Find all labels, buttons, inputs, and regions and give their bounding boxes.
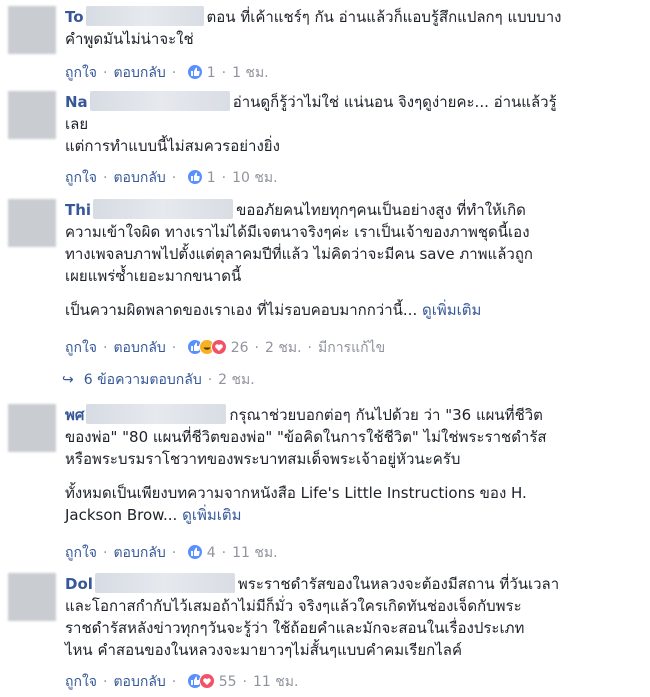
reactions[interactable] <box>186 544 203 564</box>
comment-text: ขออภัยคนไทยทุกๆคนเป็นอย่างสูง ที่ทำให้เก… <box>236 201 526 219</box>
timestamp[interactable]: 1 ชม. <box>232 65 269 81</box>
comment-actions: ถูกใจ · ตอบกลับ · 1 · 1 ชม. <box>65 62 269 84</box>
reactions[interactable] <box>186 673 215 693</box>
avatar[interactable] <box>8 404 56 452</box>
replies-timestamp: 2 ชม. <box>218 372 255 388</box>
comment-text: คำพูดมันไม่น่าจะใช่ <box>65 30 194 48</box>
redacted-name <box>86 404 227 424</box>
timestamp[interactable]: 11 ชม. <box>232 545 277 561</box>
commenter-name[interactable]: Thi <box>65 201 91 219</box>
commenter-name[interactable]: Dol <box>65 575 93 593</box>
comment-actions: ถูกใจ · ตอบกลับ · 55 · 11 ชม. <box>65 671 298 693</box>
comment-actions: ถูกใจ · ตอบกลับ · 1 · 10 ชม. <box>65 167 278 189</box>
like-link[interactable]: ถูกใจ <box>65 674 97 690</box>
comment-text: ไหน คำสอนของในหลวงจะมายาวๆไม่สั้นๆแบบคำค… <box>65 641 462 659</box>
heart-icon <box>210 339 227 355</box>
thumbs-up-icon <box>186 544 203 560</box>
avatar[interactable] <box>8 6 56 54</box>
comment-text: เป็นความผิดพลาดของเราเอง ที่ไม่รอบคอบมาก… <box>65 301 418 319</box>
reactions[interactable] <box>186 169 203 189</box>
commenter-name[interactable]: Na <box>65 93 88 111</box>
like-link[interactable]: ถูกใจ <box>65 170 97 186</box>
comment-text: แต่การทำแบบนี้ไม่สมควรอย่างยิ่ง <box>65 137 280 155</box>
comment-text: อ่านดูก็รู้ว่าไม่ใช่ แน่นอน จิงๆดูง่ายคะ… <box>232 93 557 111</box>
reply-link[interactable]: ตอบกลับ <box>113 170 165 186</box>
comment-text: ราชดำรัสหลังข่าวทุกๆวันจะรู้ว่า ใช้ถ้อยค… <box>65 619 525 637</box>
comment-text: ของพ่อ" "80 แผนที่ชีวิตของพ่อ" "ข้อคิดใน… <box>65 428 547 446</box>
reply-link[interactable]: ตอบกลับ <box>113 65 165 81</box>
avatar[interactable] <box>8 91 56 139</box>
reactions[interactable] <box>186 64 203 84</box>
heart-icon <box>198 673 215 689</box>
comment-text: หรือพระบรมราโชวาทของพระบาทสมเด็จพระเจ้าอ… <box>65 450 461 468</box>
like-link[interactable]: ถูกใจ <box>65 545 97 561</box>
comment-text: และโอกาสกำกับไว้เสมอถ้าไม่มีก็มั่ว จริงๆ… <box>65 597 522 615</box>
edited-label[interactable]: มีการแก้ไข <box>318 340 385 356</box>
reaction-count[interactable]: 1 <box>207 170 216 186</box>
comment-text: Jackson Brow... <box>65 506 178 524</box>
comment-text: ทางเพจลบภาพไปตั้งแต่ตุลาคมปีที่แล้ว ไม่ค… <box>65 245 533 263</box>
thumbs-up-icon <box>186 64 203 80</box>
comment-actions: ถูกใจ · ตอบกลับ · 4 · 11 ชม. <box>65 542 278 564</box>
comment-text: กรุณาช่วยบอกต่อๆ กันไปด้วย ว่า "36 แผนที… <box>229 406 543 424</box>
comment-text: ตอน ที่เค้าแชร์ๆ กัน อ่านแล้วก็แอบรู้สึก… <box>206 8 562 26</box>
see-more-link[interactable]: ดูเพิ่มเติม <box>182 506 241 524</box>
redacted-name <box>89 91 230 111</box>
reactions[interactable] <box>186 339 227 359</box>
reaction-count[interactable]: 55 <box>219 674 237 690</box>
avatar[interactable] <box>8 199 56 247</box>
comment-actions: ถูกใจ · ตอบกลับ · 26 · 2 ชม. · มีการแก้ไข <box>65 337 385 359</box>
redacted-name <box>94 573 235 593</box>
reaction-count[interactable]: 1 <box>207 65 216 81</box>
avatar[interactable] <box>8 573 56 621</box>
replies-label[interactable]: 6 ข้อความตอบกลับ <box>84 372 202 388</box>
like-link[interactable]: ถูกใจ <box>65 340 97 356</box>
timestamp[interactable]: 2 ชม. <box>265 340 302 356</box>
reply-link[interactable]: ตอบกลับ <box>113 340 165 356</box>
timestamp[interactable]: 10 ชม. <box>232 170 277 186</box>
timestamp[interactable]: 11 ชม. <box>253 674 298 690</box>
reaction-count[interactable]: 4 <box>207 545 216 561</box>
reply-link[interactable]: ตอบกลับ <box>113 674 165 690</box>
reaction-count[interactable]: 26 <box>231 340 249 356</box>
reply-arrow-icon: ↪ <box>62 372 74 388</box>
reply-link[interactable]: ตอบกลับ <box>113 545 165 561</box>
thumbs-up-icon <box>186 169 203 185</box>
comment-text: เลย <box>65 115 89 133</box>
view-replies[interactable]: ↪ 6 ข้อความตอบกลับ · 2 ชม. <box>62 369 255 391</box>
commenter-name[interactable]: To <box>65 8 84 26</box>
like-link[interactable]: ถูกใจ <box>65 65 97 81</box>
comment-text: ทั้งหมดเป็นเพียงบทความจากหนังสือ Life's … <box>65 484 527 502</box>
see-more-link[interactable]: ดูเพิ่มเติม <box>422 301 481 319</box>
comment-text: ความเข้าใจผิด ทางเราไม่ได้มีเจตนาจริงๆค่… <box>65 223 530 241</box>
comment-text: พระราชดำรัสของในหลวงจะต้องมีสถาน ที่วันเ… <box>237 575 560 593</box>
comment-text: เผยแพร่ซ้ำเยอะมากขนาดนี้ <box>65 267 242 285</box>
redacted-name <box>85 6 204 26</box>
redacted-name <box>93 199 234 219</box>
commenter-name[interactable]: พศ <box>65 406 84 424</box>
